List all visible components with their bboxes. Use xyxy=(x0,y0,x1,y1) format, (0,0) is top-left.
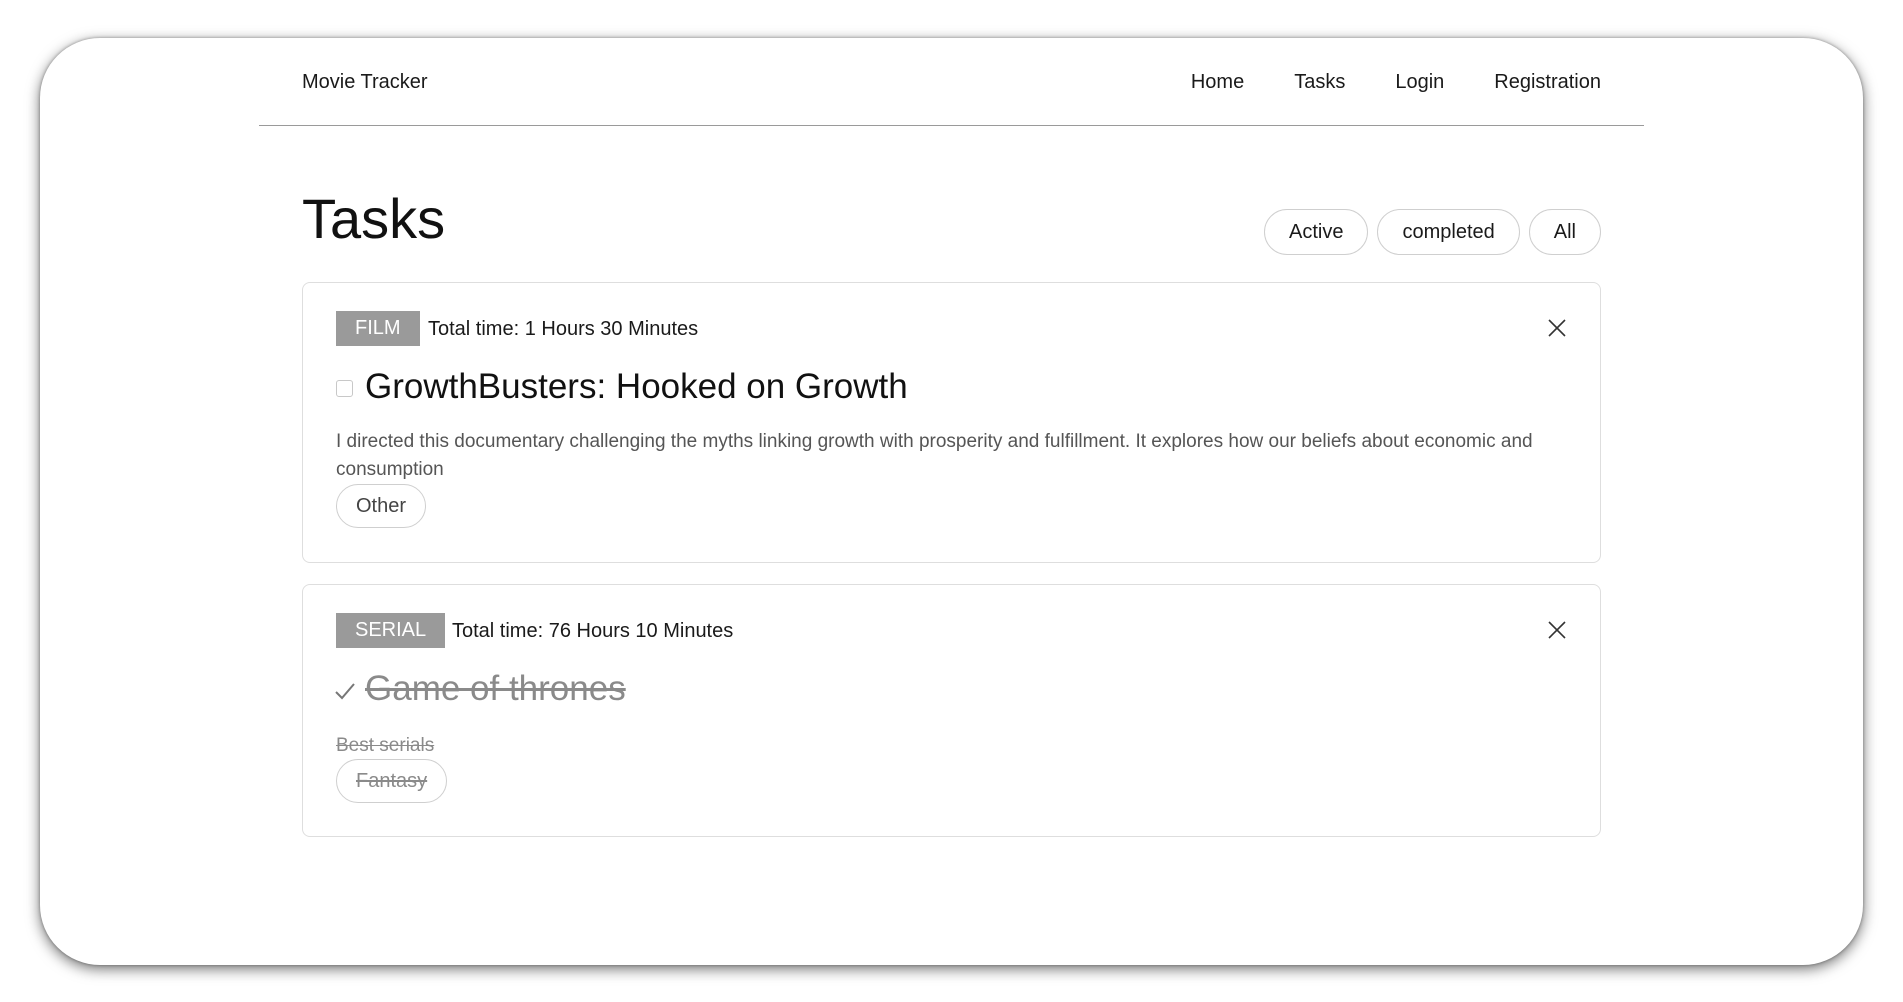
filter-all-button[interactable]: All xyxy=(1528,209,1601,255)
task-description: I directed this documentary challenging … xyxy=(336,431,1533,480)
check-icon[interactable] xyxy=(334,680,356,702)
type-badge: SERIAL xyxy=(336,613,446,648)
genre-tag[interactable]: Other xyxy=(336,484,427,528)
task-title: Game of thrones xyxy=(365,669,626,708)
close-icon[interactable] xyxy=(1547,620,1567,640)
close-icon[interactable] xyxy=(1547,318,1567,338)
task-title: GrowthBusters: Hooked on Growth xyxy=(365,367,908,406)
filter-completed-button[interactable]: completed xyxy=(1377,209,1520,255)
genre-tag[interactable]: Fantasy xyxy=(336,759,448,803)
total-time: Total time: 1 Hours 30 Minutes xyxy=(428,318,699,340)
task-description: Best serials xyxy=(336,735,435,756)
nav-registration[interactable]: Registration xyxy=(1494,71,1601,94)
total-time: Total time: 76 Hours 10 Minutes xyxy=(452,620,734,642)
task-card: SERIAL Total time: 76 Hours 10 Minutes G… xyxy=(302,584,1601,837)
nav-links: Home Tasks Login Registration xyxy=(1191,71,1601,94)
complete-checkbox[interactable] xyxy=(336,380,353,397)
filter-group: Active completed All xyxy=(1264,209,1601,255)
task-card: FILM Total time: 1 Hours 30 Minutes Grow… xyxy=(302,282,1601,563)
nav-tasks[interactable]: Tasks xyxy=(1294,71,1345,94)
page-title: Tasks xyxy=(302,187,446,250)
nav-login[interactable]: Login xyxy=(1395,71,1444,94)
navbar: Movie Tracker Home Tasks Login Registrat… xyxy=(259,38,1644,126)
nav-home[interactable]: Home xyxy=(1191,71,1244,94)
app-window: Movie Tracker Home Tasks Login Registrat… xyxy=(40,38,1863,965)
filter-active-button[interactable]: Active xyxy=(1264,209,1369,255)
brand-logo[interactable]: Movie Tracker xyxy=(302,71,428,94)
type-badge: FILM xyxy=(336,311,420,346)
